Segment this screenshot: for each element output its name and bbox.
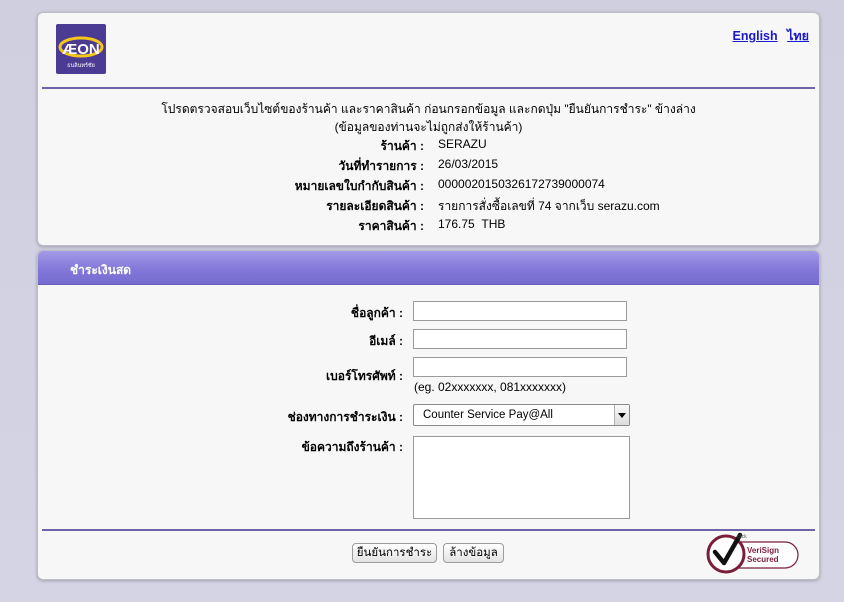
notice-line-1: โปรดตรวจสอบเว็บไซต์ของร้านค้า และราคาสิน… <box>161 102 696 116</box>
merchant-row: ร้านค้า : SERAZU <box>38 137 819 157</box>
price-row: ราคาสินค้า : 176.75 THB <box>38 217 819 237</box>
payment-channel-select[interactable]: Counter Service Pay@All <box>413 404 630 426</box>
message-textarea[interactable] <box>413 436 630 519</box>
payment-panel-title: ชำระเงินสด <box>70 263 132 277</box>
detail-label: รายละเอียดสินค้า : <box>326 199 424 213</box>
chevron-down-icon[interactable] <box>614 405 629 425</box>
message-label: ข้อความถึงร้านค้า : <box>301 440 403 454</box>
phone-label: เบอร์โทรศัพท์ : <box>326 369 403 383</box>
verisign-secured-badge[interactable]: click VeriSign Secured <box>706 530 801 576</box>
phone-input[interactable] <box>413 357 627 377</box>
header-divider <box>42 87 815 89</box>
aeon-logo: ÆON ธนลินทร์ชัย <box>56 24 106 74</box>
price-currency: THB <box>481 217 506 231</box>
svg-text:VeriSign: VeriSign <box>747 546 779 555</box>
merchant-label: ร้านค้า : <box>380 139 424 153</box>
language-switch: English ไทย <box>727 26 810 46</box>
payment-channel-label: ช่องทางการชำระเงิน : <box>287 410 403 424</box>
svg-text:ธนลินทร์ชัย: ธนลินทร์ชัย <box>67 62 95 69</box>
payment-card: ชำระเงินสด ชื่อลูกค้า : อีเมล์ : เบอร์โท… <box>37 250 820 580</box>
detail-value: รายการสั่งซื้อเลขที่ 74 จากเว็บ serazu.c… <box>438 199 660 213</box>
invoice-value: 000002015032617273900007­4 <box>438 177 605 191</box>
price-amount: 176.75 <box>438 217 475 231</box>
phone-hint: (eg. 02xxxxxxx, 081xxxxxxx) <box>414 380 567 394</box>
detail-row: รายละเอียดสินค้า : รายการสั่งซื้อเลขที่ … <box>38 197 819 217</box>
language-thai-link[interactable]: ไทย <box>787 29 809 43</box>
clear-form-button[interactable]: ล้างข้อมูล <box>443 543 504 563</box>
email-input[interactable] <box>413 329 627 349</box>
language-english-link[interactable]: English <box>733 29 778 43</box>
customer-name-input[interactable] <box>413 301 627 321</box>
customer-name-label: ชื่อลูกค้า : <box>350 306 403 320</box>
price-value: 176.75 THB <box>438 217 505 231</box>
payment-panel-header: ชำระเงินสด <box>38 251 819 285</box>
invoice-row: หมายเลขใบกำกับสินค้า : 00000201503261727… <box>38 177 819 197</box>
svg-text:click: click <box>737 534 747 540</box>
notice-text: โปรดตรวจสอบเว็บไซต์ของร้านค้า และราคาสิน… <box>38 100 819 136</box>
date-label: วันที่ทำรายการ : <box>338 159 425 173</box>
svg-text:ÆON: ÆON <box>62 41 100 58</box>
date-row: วันที่ทำรายการ : 26/03/2015 <box>38 157 819 177</box>
date-value: 26/03/2015 <box>438 157 499 171</box>
email-label: อีเมล์ : <box>369 334 403 348</box>
price-label: ราคาสินค้า : <box>358 219 424 233</box>
notice-line-2: (ข้อมูลของท่านจะไม่ถูกส่งให้ร้านค้า) <box>334 120 523 134</box>
footer-divider <box>42 529 815 531</box>
invoice-label: หมายเลขใบกำกับสินค้า : <box>294 179 424 193</box>
payment-channel-value: Counter Service Pay@All <box>423 409 553 421</box>
merchant-value: SERAZU <box>438 137 487 151</box>
svg-text:Secured: Secured <box>747 555 779 564</box>
merchant-info-card: ÆON ธนลินทร์ชัย English ไทย โปรดตรวจสอบเ… <box>37 12 820 246</box>
confirm-payment-button[interactable]: ยืนยันการชำระ <box>352 543 437 563</box>
